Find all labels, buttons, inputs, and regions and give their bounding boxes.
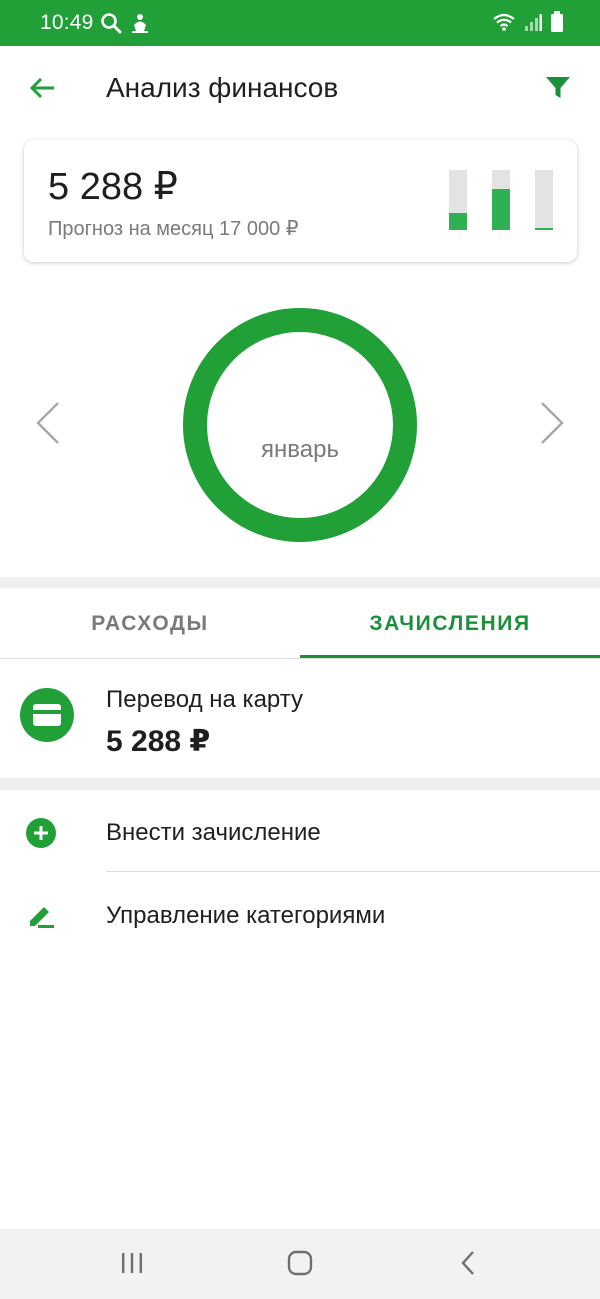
transaction-item[interactable]: Перевод на карту 5 288 ₽ [0,660,600,778]
active-tab-indicator [300,655,600,658]
add-income-label: Внести зачисление [106,819,321,846]
transaction-title: Перевод на карту [106,686,303,713]
chevron-left-icon [460,1250,476,1281]
recent-apps-button[interactable] [112,1251,152,1279]
month-label: январь [261,436,339,463]
next-month-button[interactable] [532,400,572,450]
section-divider [0,577,600,588]
row-divider [106,871,600,872]
system-nav-bar [0,1229,600,1299]
home-icon [287,1250,313,1281]
manage-categories-button[interactable]: Управление категориями [0,873,600,955]
mini-bar-fill [535,228,553,230]
home-button[interactable] [280,1249,320,1281]
search-icon [100,12,122,39]
filter-icon [545,75,571,106]
transaction-amount: 5 288 ₽ [106,725,211,758]
tab-bar: РАСХОДЫ ЗАЧИСЛЕНИЯ [0,588,600,659]
mini-bar-fill [492,189,510,230]
chevron-right-icon [539,401,565,450]
mini-bar-chart [449,170,553,230]
wifi-icon [492,12,516,37]
section-divider [0,778,600,790]
back-button[interactable] [22,70,62,110]
status-bar: 10:49 [0,0,600,46]
mini-bar [449,170,467,230]
summary-card[interactable]: 5 288 ₽ Прогноз на месяц 17 000 ₽ [24,140,577,262]
system-back-button[interactable] [448,1249,488,1281]
mini-bar [492,170,510,230]
add-income-button[interactable]: Внести зачисление [0,790,600,872]
status-time: 10:49 [40,11,94,34]
battery-icon [550,11,564,38]
app-bar: Анализ финансов [0,46,600,132]
summary-amount: 5 288 ₽ [48,166,178,208]
notification-icon [130,12,150,39]
signal-icon [524,12,542,37]
add-circle-icon [24,816,58,850]
page-title: Анализ финансов [106,72,339,103]
mini-bar-fill [449,213,467,230]
edit-icon [24,899,58,933]
back-arrow-icon [28,76,56,105]
card-icon [20,688,74,742]
tab-expenses[interactable]: РАСХОДЫ [0,588,300,659]
manage-categories-label: Управление категориями [106,902,386,929]
recent-apps-icon [120,1252,144,1279]
income-ring-chart[interactable]: январь [183,308,417,542]
chevron-left-icon [35,401,61,450]
previous-month-button[interactable] [28,400,68,450]
monthly-forecast: Прогноз на месяц 17 000 ₽ [48,218,299,240]
period-chart-area: январь [0,262,600,577]
tab-income[interactable]: ЗАЧИСЛЕНИЯ [300,588,600,659]
filter-button[interactable] [538,70,578,110]
mini-bar [535,170,553,230]
